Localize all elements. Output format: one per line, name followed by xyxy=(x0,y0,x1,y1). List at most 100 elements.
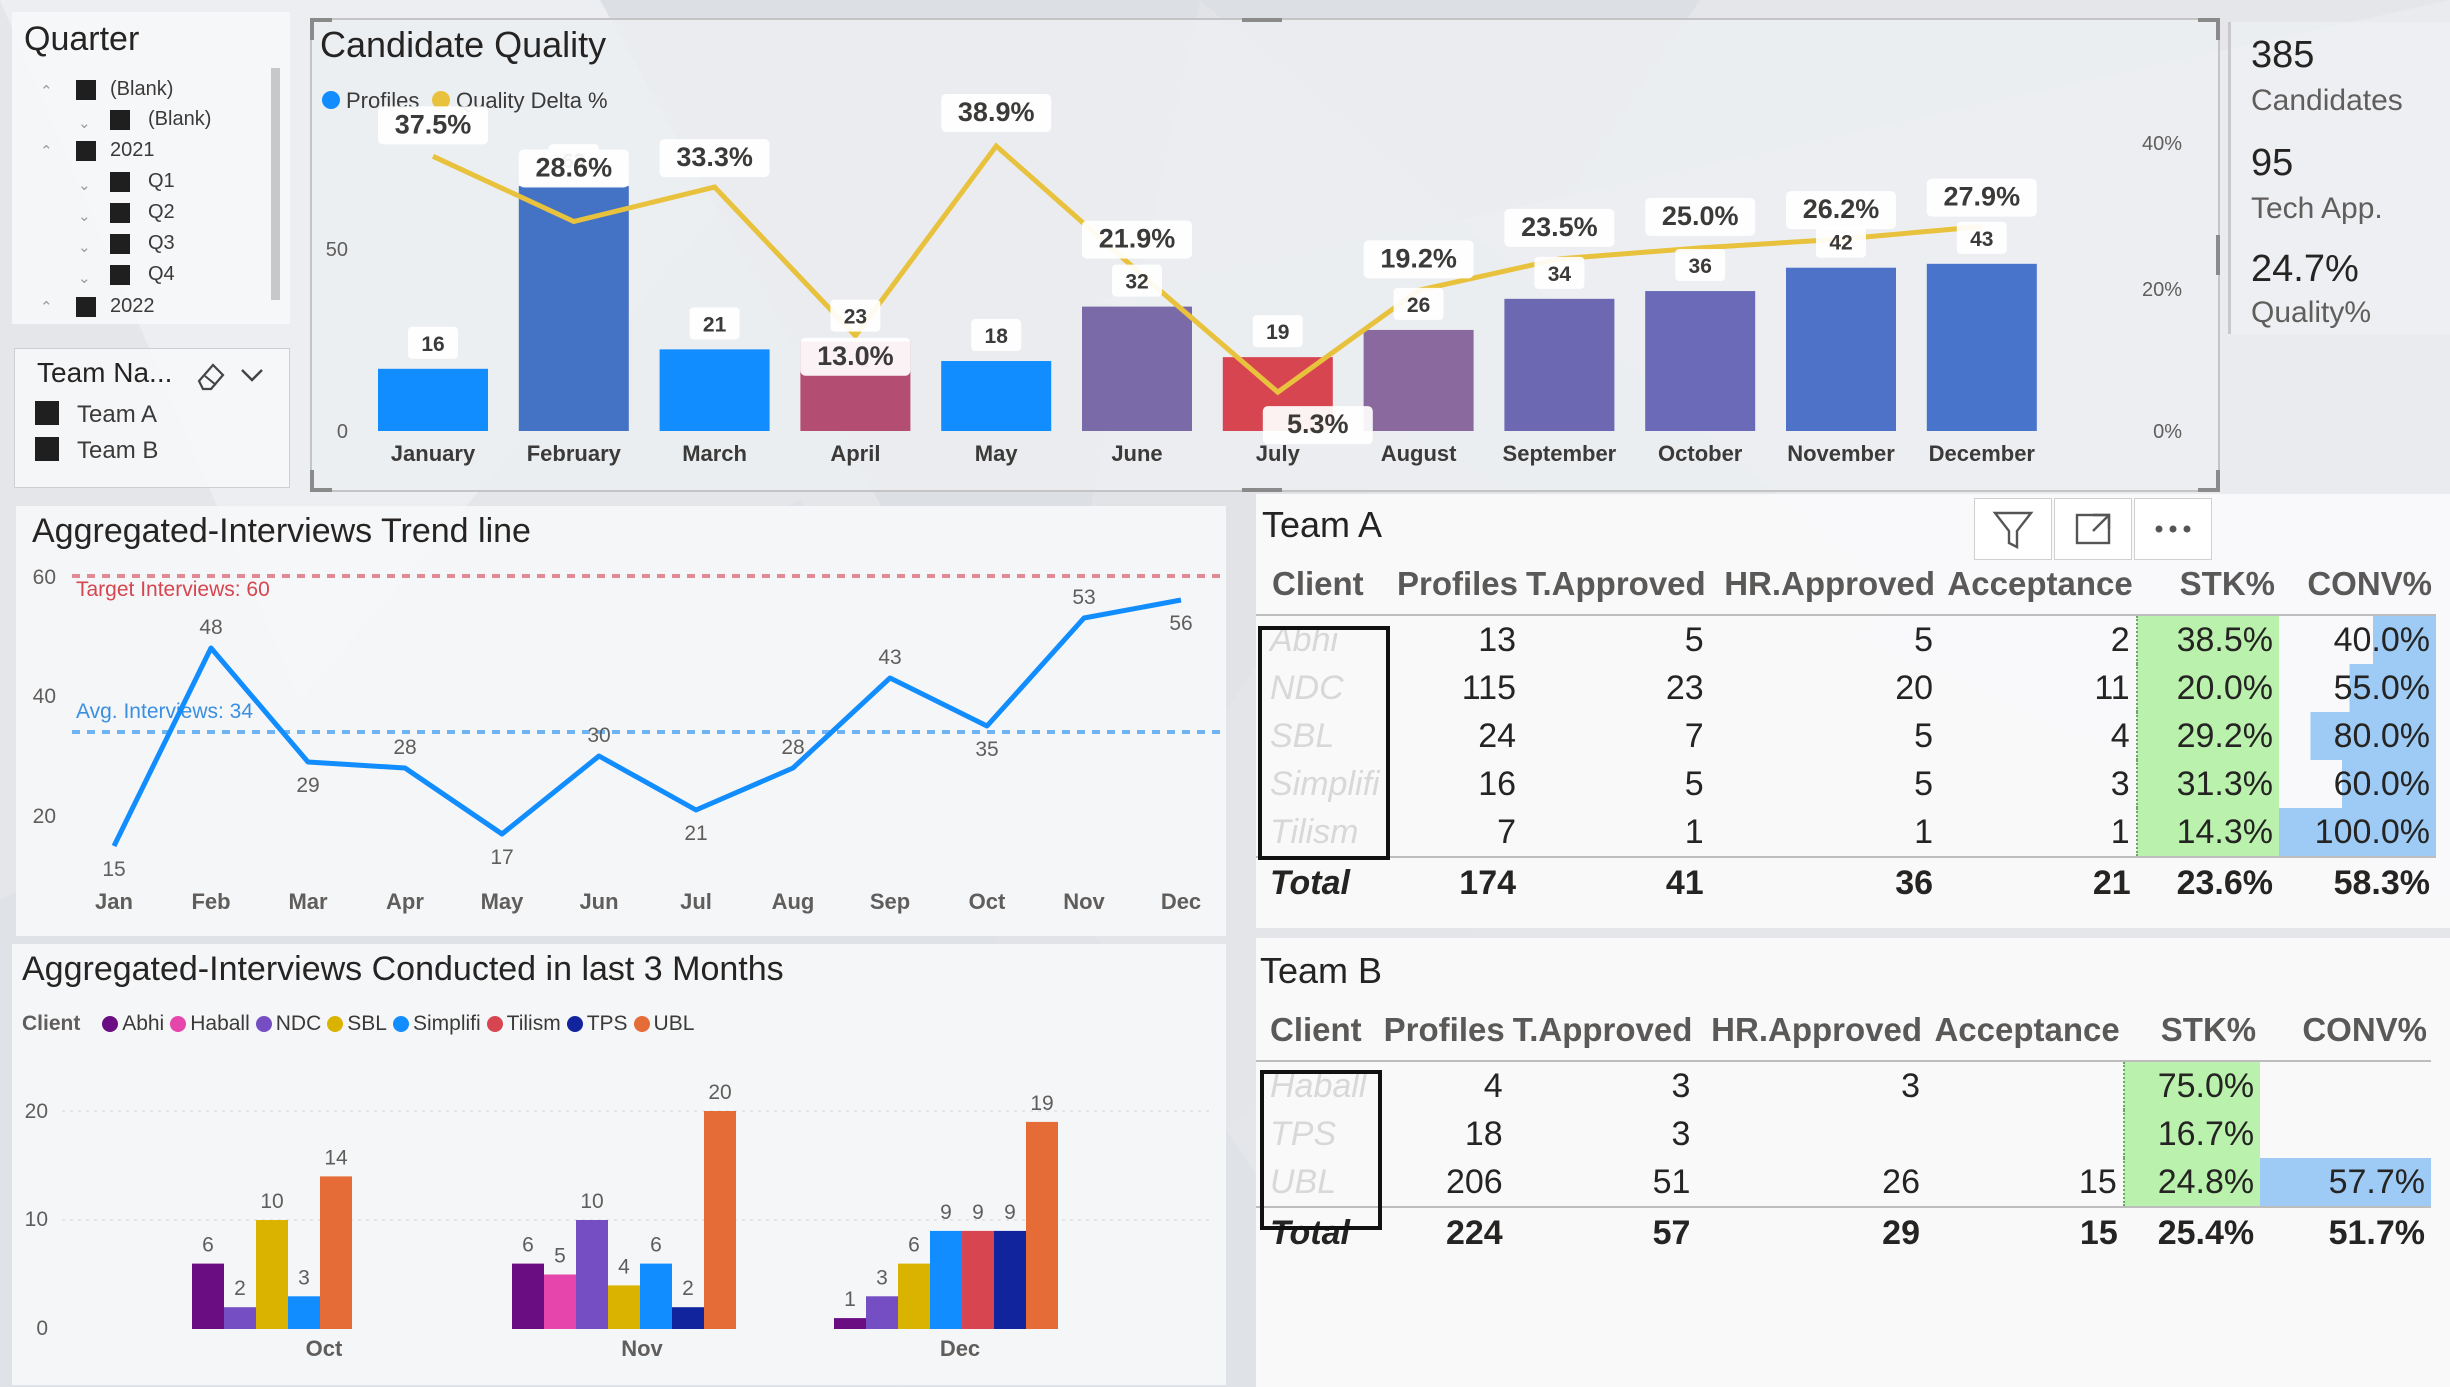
bar-may[interactable] xyxy=(941,361,1052,431)
expand-chevron-icon[interactable]: ⌄ xyxy=(78,238,91,256)
checkbox[interactable] xyxy=(35,437,59,461)
col-stk[interactable]: STK% xyxy=(2124,1000,2260,1061)
bar-november[interactable] xyxy=(1786,267,1896,431)
resize-handle-top-right[interactable] xyxy=(2198,18,2220,40)
table-row[interactable]: Abhi 13 5 5 2 38.5% 40.0% xyxy=(1256,615,2436,664)
table-row[interactable]: NDC 115 23 20 11 20.0% 55.0% xyxy=(1256,664,2436,712)
slicer-item-2021[interactable]: 2021 xyxy=(110,139,155,162)
col-client[interactable]: Client xyxy=(1256,554,1386,615)
bar-tps-nov[interactable] xyxy=(672,1307,704,1329)
checkbox[interactable] xyxy=(76,80,96,100)
bar-ndc-oct[interactable] xyxy=(224,1307,256,1329)
col-stk[interactable]: STK% xyxy=(2137,554,2279,615)
col-acceptance[interactable]: Acceptance xyxy=(1939,554,2137,615)
conducted-visual[interactable]: Aggregated-Interviews Conducted in last … xyxy=(12,944,1226,1385)
col-acceptance[interactable]: Acceptance xyxy=(1926,1000,2124,1061)
checkbox[interactable] xyxy=(110,172,130,192)
bar-september[interactable] xyxy=(1504,298,1615,431)
filter-button[interactable] xyxy=(1974,498,2052,560)
interviews-trend-line[interactable] xyxy=(111,597,1182,848)
bar-tilism-dec[interactable] xyxy=(962,1230,994,1329)
bar-simplifi-oct[interactable] xyxy=(288,1296,320,1329)
collapse-chevron-icon[interactable]: ⌃ xyxy=(40,82,53,100)
checkbox[interactable] xyxy=(35,401,59,425)
col-t-approved[interactable]: T.Approved xyxy=(1509,1000,1697,1061)
collapse-chevron-icon[interactable]: ⌃ xyxy=(40,298,53,316)
bar-tps-dec[interactable] xyxy=(994,1230,1026,1329)
team-b-table-visual[interactable]: Team B Client Profiles T.Approved HR.App… xyxy=(1256,938,2450,1387)
bar-sbl-oct[interactable] xyxy=(256,1220,288,1329)
table-row[interactable]: Tilism 7 1 1 1 14.3% 100.0% xyxy=(1256,808,2436,857)
expand-chevron-icon[interactable]: ⌄ xyxy=(78,114,91,132)
slicer-item-blank[interactable]: (Blank) xyxy=(110,78,173,101)
bar-ndc-nov[interactable] xyxy=(576,1220,608,1329)
table-row[interactable]: SBL 24 7 5 4 29.2% 80.0% xyxy=(1256,712,2436,760)
resize-handle-bottom-left[interactable] xyxy=(310,470,332,492)
bar-abhi-dec[interactable] xyxy=(834,1318,866,1329)
checkbox[interactable] xyxy=(110,203,130,223)
checkbox[interactable] xyxy=(76,141,96,161)
bar-ubl-nov[interactable] xyxy=(704,1111,736,1329)
bar-value-label: 2 xyxy=(682,1277,694,1300)
slicer-item-q3[interactable]: Q3 xyxy=(148,232,175,255)
more-options-button[interactable] xyxy=(2134,498,2212,560)
checkbox[interactable] xyxy=(110,110,130,130)
bar-sbl-dec[interactable] xyxy=(898,1263,930,1329)
bar-march[interactable] xyxy=(659,349,770,431)
col-profiles[interactable]: Profiles xyxy=(1386,554,1522,615)
expand-chevron-icon[interactable]: ⌄ xyxy=(78,176,91,194)
team-slicer-item-b[interactable]: Team B xyxy=(77,437,158,465)
checkbox[interactable] xyxy=(110,265,130,285)
slicer-item-2022[interactable]: 2022 xyxy=(110,295,155,318)
col-conv[interactable]: CONV% xyxy=(2279,554,2436,615)
bar-june[interactable] xyxy=(1082,306,1192,431)
col-hr-approved[interactable]: HR.Approved xyxy=(1710,554,1939,615)
col-conv[interactable]: CONV% xyxy=(2260,1000,2431,1061)
collapse-chevron-icon[interactable]: ⌃ xyxy=(40,142,53,160)
table-row[interactable]: TPS 18 3 16.7% xyxy=(1256,1110,2431,1158)
bar-ubl-dec[interactable] xyxy=(1026,1121,1058,1329)
bar-october[interactable] xyxy=(1645,291,1756,431)
quarter-slicer-scrollbar[interactable] xyxy=(271,68,280,300)
chevron-down-icon[interactable] xyxy=(239,365,265,385)
slicer-item-q2[interactable]: Q2 xyxy=(148,201,175,224)
table-cell xyxy=(1926,1061,2124,1110)
table-row[interactable]: Haball 4 3 3 75.0% xyxy=(1256,1061,2431,1110)
expand-chevron-icon[interactable]: ⌄ xyxy=(78,207,91,225)
bar-sbl-nov[interactable] xyxy=(608,1285,640,1329)
bar-august[interactable] xyxy=(1363,329,1474,431)
slicer-item-blank-child[interactable]: (Blank) xyxy=(148,108,211,131)
col-t-approved[interactable]: T.Approved xyxy=(1522,554,1710,615)
team-slicer-item-a[interactable]: Team A xyxy=(77,401,157,429)
bar-january[interactable] xyxy=(378,368,488,431)
bar-abhi-oct[interactable] xyxy=(192,1263,224,1329)
bar-simplifi-nov[interactable] xyxy=(640,1263,672,1329)
bar-value-label: 42 xyxy=(1829,232,1852,255)
bar-ndc-dec[interactable] xyxy=(866,1296,898,1329)
slicer-item-q1[interactable]: Q1 xyxy=(148,170,175,193)
bar-december[interactable] xyxy=(1926,263,2037,431)
candidate-quality-visual[interactable]: Candidate Quality Profiles Quality Delta… xyxy=(310,18,2220,492)
bar-haball-nov[interactable] xyxy=(544,1274,576,1330)
bar-abhi-nov[interactable] xyxy=(512,1263,544,1329)
table-row[interactable]: Simplifi 16 5 5 3 31.3% 60.0% xyxy=(1256,760,2436,808)
col-profiles[interactable]: Profiles xyxy=(1372,1000,1508,1061)
team-a-table-visual[interactable]: Team A Client Profiles T.Approved HR.App… xyxy=(1256,494,2450,928)
table-row[interactable]: UBL 206 51 26 15 24.8% 57.7% xyxy=(1256,1158,2431,1207)
resize-handle-bottom[interactable] xyxy=(1242,488,1282,492)
focus-mode-button[interactable] xyxy=(2054,498,2132,560)
checkbox[interactable] xyxy=(110,234,130,254)
trend-line-visual[interactable]: Aggregated-Interviews Trend line 60 40 2… xyxy=(16,506,1226,936)
slicer-item-q4[interactable]: Q4 xyxy=(148,263,175,286)
expand-chevron-icon[interactable]: ⌄ xyxy=(78,269,91,287)
bar-ubl-oct[interactable] xyxy=(320,1176,352,1329)
checkbox[interactable] xyxy=(76,297,96,317)
col-client[interactable]: Client xyxy=(1256,1000,1372,1061)
resize-handle-bottom-right[interactable] xyxy=(2198,470,2220,492)
resize-handle-top[interactable] xyxy=(1242,18,1282,22)
bar-simplifi-dec[interactable] xyxy=(930,1230,962,1329)
col-hr-approved[interactable]: HR.Approved xyxy=(1696,1000,1926,1061)
resize-handle-top-left[interactable] xyxy=(310,18,332,40)
eraser-icon[interactable] xyxy=(193,359,229,393)
resize-handle-right[interactable] xyxy=(2216,235,2220,275)
